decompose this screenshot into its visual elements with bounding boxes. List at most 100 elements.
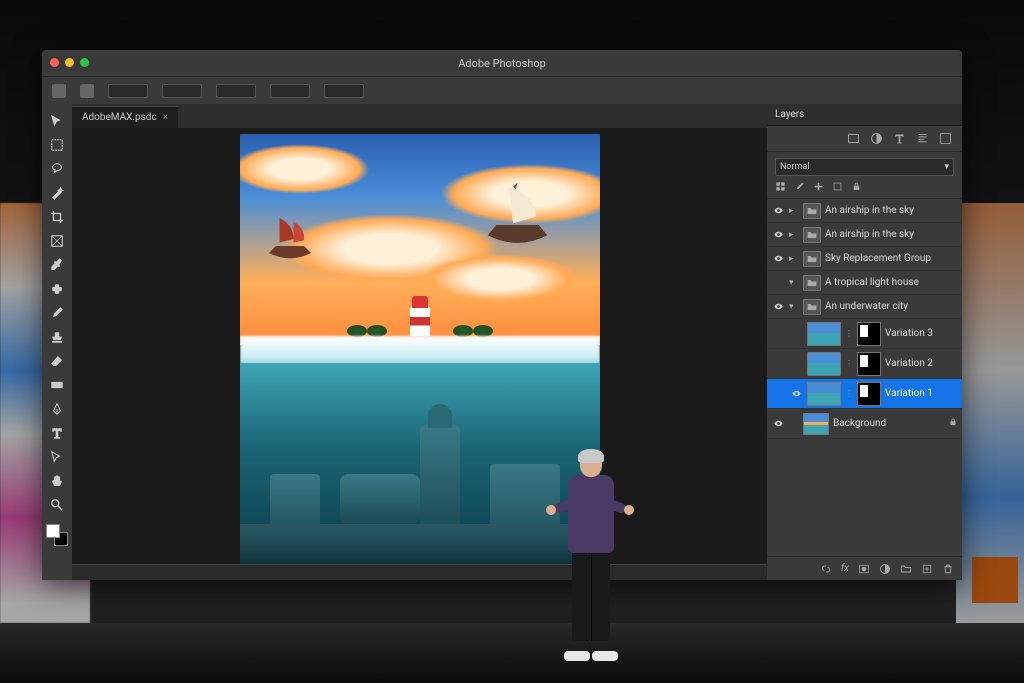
type-tool[interactable] xyxy=(46,422,68,444)
layer-name[interactable]: An underwater city xyxy=(825,301,908,312)
expand-toggle[interactable]: ▸ xyxy=(789,206,799,216)
layers-panel-tab[interactable]: Layers xyxy=(775,109,804,120)
tool-preset-icon[interactable] xyxy=(80,84,94,98)
lock-icon[interactable] xyxy=(948,417,958,430)
mask-thumbnail[interactable] xyxy=(857,322,881,346)
home-icon[interactable] xyxy=(52,84,66,98)
layer-row[interactable]: ▸ An airship in the sky xyxy=(767,199,962,223)
visibility-toggle[interactable] xyxy=(771,205,785,216)
adjustments-icon[interactable] xyxy=(870,132,883,145)
photoshop-window: Adobe Photoshop xyxy=(42,50,962,580)
properties-icon[interactable] xyxy=(939,132,952,145)
adjustment-layer-icon[interactable] xyxy=(879,563,891,575)
type-panel-icon[interactable] xyxy=(893,132,906,145)
lock-pixels-icon[interactable] xyxy=(775,181,786,192)
layers-panel-header[interactable]: Layers xyxy=(767,104,962,126)
layer-row-variation[interactable]: ⋮ Variation 1 xyxy=(767,379,962,409)
layer-name[interactable]: An airship in the sky xyxy=(825,229,914,240)
option-field[interactable] xyxy=(216,84,256,98)
layer-name[interactable]: Variation 3 xyxy=(885,328,933,339)
layer-thumbnail[interactable] xyxy=(807,352,841,376)
pen-tool[interactable] xyxy=(46,398,68,420)
libraries-icon[interactable] xyxy=(847,132,860,145)
brush-tool[interactable] xyxy=(46,302,68,324)
canvas[interactable] xyxy=(72,128,767,580)
layer-name[interactable]: Variation 2 xyxy=(885,358,933,369)
layer-row-variation[interactable]: ⋮ Variation 2 xyxy=(767,349,962,379)
options-bar[interactable] xyxy=(42,76,962,104)
layers-panel-footer: fx xyxy=(767,556,962,580)
stage-floor xyxy=(0,623,1024,683)
mask-thumbnail[interactable] xyxy=(857,352,881,376)
expand-toggle[interactable]: ▾ xyxy=(789,278,799,288)
marquee-tool[interactable] xyxy=(46,134,68,156)
path-tool[interactable] xyxy=(46,446,68,468)
link-layers-icon[interactable] xyxy=(820,563,832,575)
collapsed-panel-icons xyxy=(767,126,962,152)
move-tool[interactable] xyxy=(46,110,68,132)
stamp-tool[interactable] xyxy=(46,326,68,348)
visibility-toggle[interactable] xyxy=(771,418,785,429)
layer-row-variation[interactable]: ⋮ Variation 3 xyxy=(767,319,962,349)
gradient-tool[interactable] xyxy=(46,374,68,396)
option-field[interactable] xyxy=(270,84,310,98)
visibility-toggle[interactable] xyxy=(771,301,785,312)
expand-toggle[interactable]: ▾ xyxy=(789,302,799,312)
titlebar: Adobe Photoshop xyxy=(42,50,962,76)
layer-thumbnail[interactable] xyxy=(807,322,841,346)
layer-row-background[interactable]: Background xyxy=(767,409,962,439)
heal-tool[interactable] xyxy=(46,278,68,300)
layer-name[interactable]: Background xyxy=(833,418,886,429)
visibility-toggle[interactable] xyxy=(789,388,803,399)
new-layer-icon[interactable] xyxy=(921,563,933,575)
color-swatches[interactable] xyxy=(46,524,68,546)
zoom-tool[interactable] xyxy=(46,494,68,516)
group-icon[interactable] xyxy=(900,563,912,575)
document-tab[interactable]: AdobeMAX.psdc × xyxy=(72,106,178,128)
lock-brush-icon[interactable] xyxy=(794,181,805,192)
mask-thumbnail[interactable] xyxy=(857,382,881,406)
layer-name[interactable]: An airship in the sky xyxy=(825,205,914,216)
layer-row[interactable]: ▸ Sky Replacement Group xyxy=(767,247,962,271)
blend-mode-select[interactable]: Normal▾ xyxy=(775,158,954,176)
layer-name[interactable]: Sky Replacement Group xyxy=(825,253,931,264)
window-title: Adobe Photoshop xyxy=(458,57,546,70)
panels-column: Layers Normal▾ xyxy=(767,104,962,580)
folder-icon xyxy=(803,299,821,315)
layer-row[interactable]: ▾ A tropical light house xyxy=(767,271,962,295)
lasso-tool[interactable] xyxy=(46,158,68,180)
option-field[interactable] xyxy=(162,84,202,98)
layer-name[interactable]: A tropical light house xyxy=(825,277,919,288)
lock-position-icon[interactable] xyxy=(813,181,824,192)
layer-name[interactable]: Variation 1 xyxy=(885,388,933,399)
frame-tool[interactable] xyxy=(46,230,68,252)
visibility-toggle[interactable] xyxy=(771,229,785,240)
visibility-toggle[interactable] xyxy=(771,253,785,264)
layer-thumbnail[interactable] xyxy=(807,382,841,406)
close-icon[interactable]: × xyxy=(163,112,168,123)
paragraph-icon[interactable] xyxy=(916,132,929,145)
link-icon: ⋮ xyxy=(845,329,853,338)
mask-icon[interactable] xyxy=(858,563,870,575)
option-field[interactable] xyxy=(324,84,364,98)
crop-tool[interactable] xyxy=(46,206,68,228)
lock-artboard-icon[interactable] xyxy=(832,181,843,192)
folder-icon xyxy=(803,203,821,219)
layer-row[interactable]: ▸ An airship in the sky xyxy=(767,223,962,247)
folder-icon xyxy=(803,275,821,291)
expand-toggle[interactable]: ▸ xyxy=(789,230,799,240)
eraser-tool[interactable] xyxy=(46,350,68,372)
eyedropper-tool[interactable] xyxy=(46,254,68,276)
lock-all-icon[interactable] xyxy=(851,181,862,192)
delete-icon[interactable] xyxy=(942,563,954,575)
layer-thumbnail[interactable] xyxy=(803,413,829,435)
expand-toggle[interactable]: ▸ xyxy=(789,254,799,264)
fx-icon[interactable]: fx xyxy=(841,563,849,574)
layers-list[interactable]: ▸ An airship in the sky ▸ An airship in … xyxy=(767,199,962,556)
hand-tool[interactable] xyxy=(46,470,68,492)
layer-row[interactable]: ▾ An underwater city xyxy=(767,295,962,319)
wand-tool[interactable] xyxy=(46,182,68,204)
document-tabs: AdobeMAX.psdc × xyxy=(72,104,767,128)
option-field[interactable] xyxy=(108,84,148,98)
window-controls[interactable] xyxy=(50,58,89,67)
